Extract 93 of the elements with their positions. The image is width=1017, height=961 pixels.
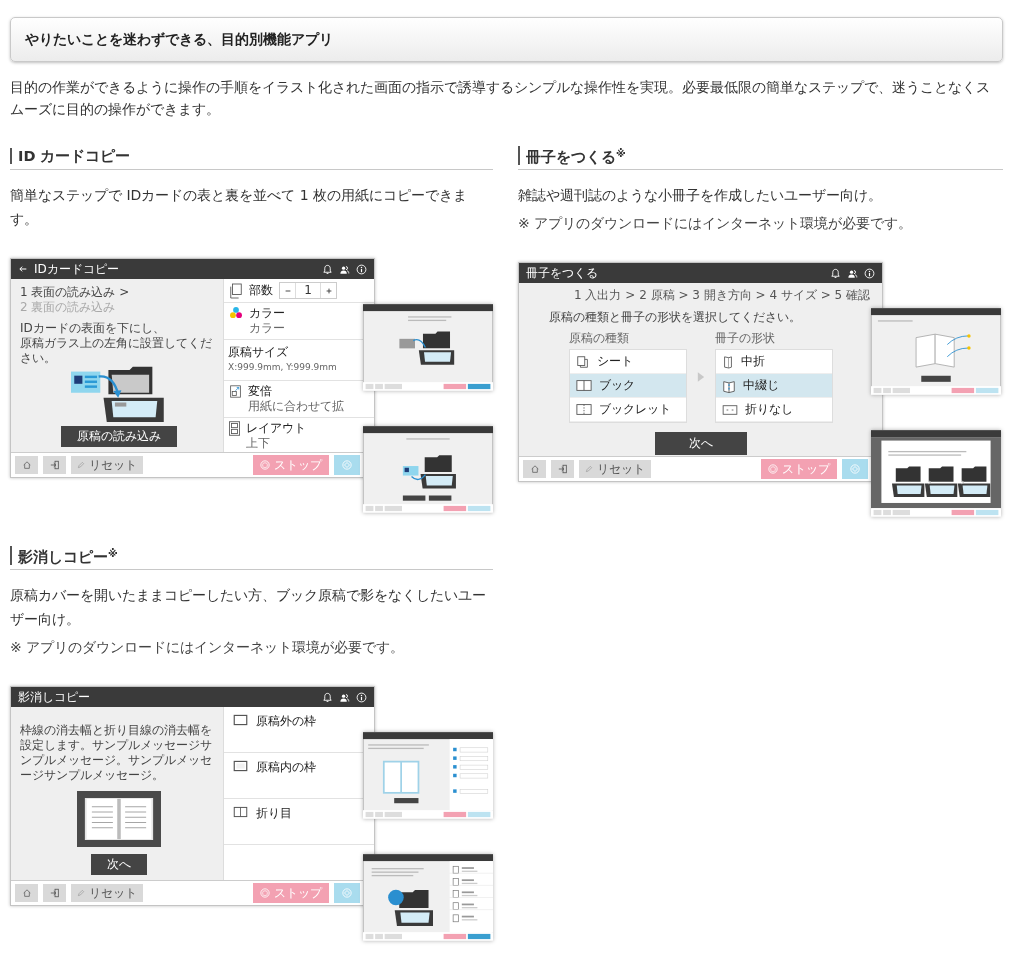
screen-title: 影消しコピー — [18, 688, 90, 706]
setting-label: 原稿外の枠 — [256, 714, 316, 729]
step-label: 1 表面の読み込み > — [20, 285, 130, 300]
home-icon — [21, 888, 32, 898]
section-heading: 影消しコピー$^{※}$ — [10, 546, 118, 565]
pencil-icon — [585, 465, 593, 473]
page-heading: やりたいことを迷わずできる、目的別機能アプリ — [10, 17, 1003, 62]
list-heading: 原稿の種類 — [568, 330, 630, 347]
logout-button[interactable] — [551, 460, 574, 478]
users-icon — [339, 691, 350, 703]
setting-value: 用紙に合わせて拡 — [248, 399, 344, 414]
setting-label: 原稿内の枠 — [256, 760, 316, 775]
instruction-text: 枠線の消去幅と折り目線の消去幅を設定します。サンプルメッセージサンプルメッセージ。サンプルメッセージサンプルメッセージ。 — [20, 723, 213, 783]
section-description: 原稿カバーを開いたままコピーしたい方、ブック原稿で影をなくしたいユーザー向け。 — [10, 586, 487, 629]
home-button[interactable] — [15, 456, 38, 474]
reset-button[interactable]: リセット — [71, 884, 143, 902]
stop-icon — [260, 460, 270, 470]
setting-label: レイアウト — [246, 421, 306, 436]
home-button[interactable] — [15, 884, 38, 902]
resize-page-icon — [229, 384, 242, 399]
frame-icon — [233, 714, 248, 726]
booklet-icon — [575, 403, 592, 416]
info-icon — [356, 263, 367, 275]
list-option[interactable]: ブック — [569, 374, 686, 398]
start-icon — [342, 888, 352, 898]
bell-icon — [322, 691, 333, 703]
footnote-text: ※ アプリのダウンロードにはインターネット環境が必要です。 — [518, 214, 914, 233]
setting-label: 変倍 — [248, 384, 273, 399]
stapled-book-icon — [721, 378, 736, 393]
center-fold-icon — [233, 806, 248, 818]
setting-label: 原稿サイズ — [228, 345, 289, 360]
next-button[interactable]: 次へ — [654, 432, 747, 455]
plus-icon — [324, 286, 333, 295]
section-heading: ID カードコピー — [10, 147, 131, 164]
step-label: 2 裏面の読み込み — [20, 300, 116, 315]
users-icon — [339, 263, 350, 275]
start-icon — [342, 460, 352, 470]
pencil-icon — [77, 461, 85, 469]
stacked-pages-icon — [229, 282, 243, 299]
setting-value: X:999.9mm, Y:999.9mm — [228, 361, 337, 374]
logout-icon — [49, 888, 60, 898]
home-icon — [21, 460, 32, 470]
frame-icon — [233, 760, 248, 772]
section-heading: 冊子をつくる$^{※}$ — [518, 146, 626, 165]
list-option[interactable]: 折りなし — [715, 398, 832, 422]
home-button[interactable] — [523, 460, 546, 478]
start-button[interactable] — [842, 459, 868, 479]
color-dots-icon — [229, 306, 243, 320]
logout-button[interactable] — [43, 456, 66, 474]
home-icon — [529, 464, 540, 474]
screen-title: 冊子をつくる — [526, 264, 598, 282]
next-button[interactable]: 次へ — [90, 854, 147, 875]
instruction-text: 原稿の種類と冊子の形状を選択してください。 — [549, 310, 802, 325]
flat-sheet-icon — [721, 403, 738, 416]
list-option[interactable]: 中綴じ — [715, 374, 832, 398]
instruction-text: 原稿ガラス上の左角に設置してください。 — [20, 336, 213, 366]
bell-icon — [322, 263, 333, 275]
screen-title: IDカードコピー — [34, 260, 119, 278]
section-description: 簡単なステップで IDカードの表と裏を並べて 1 枚の用紙にコピーできます。 — [10, 186, 469, 229]
section-description: 雑誌や週刊誌のような小冊子を作成したいユーザー向け。 — [518, 186, 883, 205]
instruction-text: IDカードの表面を下にし、 — [20, 321, 166, 336]
folded-sheet-icon — [721, 354, 734, 369]
setting-label: 部数 — [249, 283, 273, 298]
start-button[interactable] — [334, 455, 360, 475]
open-book-icon — [575, 379, 592, 392]
stop-icon — [260, 888, 270, 898]
footnote-text: ※ アプリのダウンロードにはインターネット環境が必要です。 — [10, 638, 406, 657]
step-breadcrumb: 1 入出力 > 2 原稿 > 3 開き方向 > 4 サイズ > 5 確認 — [574, 287, 870, 304]
reset-button[interactable]: リセット — [71, 456, 143, 474]
setting-label: カラー — [249, 306, 285, 321]
pencil-icon — [77, 889, 85, 897]
intro-paragraph: 目的の作業ができるように操作の手順をイラスト化された画面の指示で誘導するシンプルな操作性を実現。必要最低限の簡単なステップで、迷うことなくスムーズに目的の操作ができます。 — [10, 78, 991, 119]
bell-icon — [830, 267, 841, 279]
setting-value: 上下 — [246, 436, 271, 451]
users-icon — [847, 267, 858, 279]
logout-icon — [49, 460, 60, 470]
arrow-right-icon — [696, 370, 705, 383]
setting-value: カラー — [249, 321, 285, 336]
info-icon — [864, 267, 875, 279]
list-option[interactable]: ブックレット — [569, 398, 686, 422]
sheets-icon — [575, 354, 590, 369]
stop-icon — [768, 464, 778, 474]
start-icon — [850, 464, 860, 474]
reset-button[interactable]: リセット — [579, 460, 651, 478]
scan-original-button[interactable]: 原稿の読み込み — [60, 426, 177, 447]
info-icon — [356, 691, 367, 703]
logout-icon — [557, 464, 568, 474]
back-arrow-icon — [18, 264, 28, 274]
list-heading: 冊子の形状 — [714, 330, 776, 347]
setting-label: 折り目 — [256, 806, 292, 821]
logout-button[interactable] — [43, 884, 66, 902]
start-button[interactable] — [334, 883, 360, 903]
layout-icon — [229, 421, 240, 436]
